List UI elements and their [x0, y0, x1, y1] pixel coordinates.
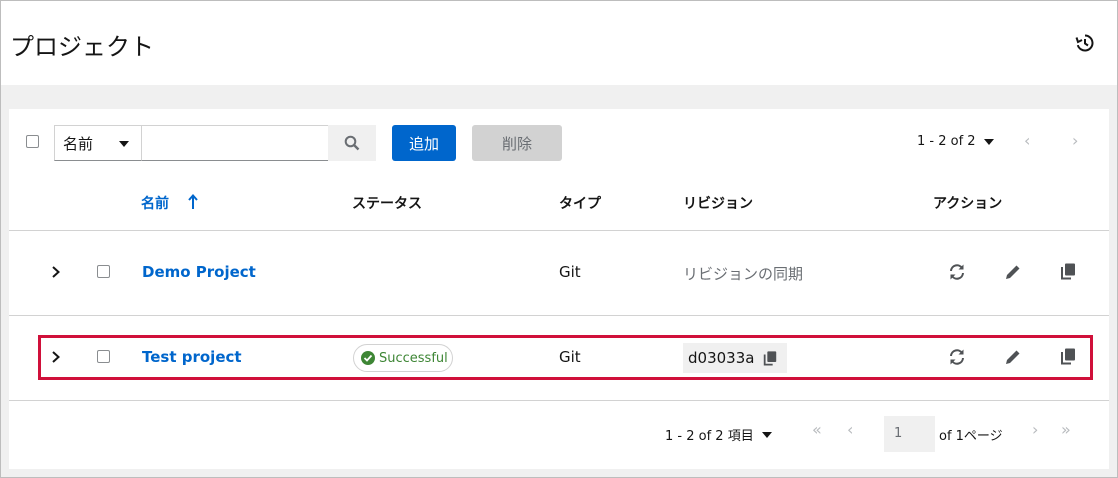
search-input[interactable]	[141, 125, 329, 161]
pagination-bottom-label: 1 - 2 of 2 項目	[665, 429, 754, 444]
caret-down-icon	[983, 138, 994, 145]
search-button[interactable]	[328, 125, 376, 161]
pagination-top-toggle[interactable]: 1 - 2 of 2	[917, 134, 994, 149]
projects-card: 名前 追加 削除 1 - 2 of 2 ‹ › 名前 ステータス タイプ リビジ…	[9, 109, 1109, 469]
divider	[9, 315, 1109, 316]
edit-pencil-icon[interactable]	[1004, 263, 1022, 281]
type-cell: Git	[559, 263, 581, 281]
select-all-checkbox[interactable]	[26, 135, 39, 148]
search-icon	[344, 135, 360, 151]
chevron-right-icon[interactable]	[51, 265, 61, 279]
caret-down-icon	[761, 431, 772, 438]
copy-icon[interactable]	[762, 350, 778, 366]
copy-icon[interactable]	[1059, 262, 1077, 280]
type-cell: Git	[559, 348, 581, 366]
filter-attribute-label: 名前	[63, 134, 94, 153]
history-icon[interactable]	[1075, 33, 1095, 53]
sync-icon[interactable]	[948, 348, 966, 366]
copy-icon[interactable]	[1059, 347, 1077, 365]
add-button[interactable]: 追加	[392, 125, 456, 161]
first-page-icon[interactable]: «	[812, 420, 822, 439]
caret-down-icon	[119, 141, 129, 147]
page-title: プロジェクト	[10, 33, 154, 61]
delete-button[interactable]: 削除	[472, 125, 562, 161]
chevron-left-icon[interactable]: ‹	[847, 420, 853, 439]
revision-chip: d03033a	[683, 343, 787, 373]
chevron-left-icon[interactable]: ‹	[1024, 131, 1030, 150]
status-label: Successful	[379, 350, 448, 366]
project-name-link[interactable]: Test project	[142, 348, 242, 366]
sort-ascending-icon[interactable]	[187, 194, 199, 210]
column-header-revision: リビジョン	[683, 196, 753, 212]
chevron-right-icon[interactable]: ›	[1032, 420, 1038, 439]
pagination-top-label: 1 - 2 of 2	[917, 134, 976, 149]
column-header-status: ステータス	[352, 196, 422, 212]
page-header: プロジェクト	[1, 1, 1117, 85]
status-badge: Successful	[353, 344, 453, 372]
page-count-label: of 1ページ	[939, 429, 1003, 444]
sync-icon[interactable]	[948, 263, 966, 281]
check-circle-icon	[361, 351, 375, 365]
filter-attribute-select[interactable]: 名前	[54, 125, 142, 161]
revision-hash: d03033a	[688, 349, 755, 367]
page-number-input[interactable]: 1	[884, 416, 935, 452]
project-name-link[interactable]: Demo Project	[142, 263, 256, 281]
last-page-icon[interactable]: »	[1061, 420, 1071, 439]
edit-pencil-icon[interactable]	[1004, 348, 1022, 366]
column-header-name[interactable]: 名前	[141, 193, 169, 213]
divider	[9, 230, 1109, 231]
revision-cell: リビジョンの同期	[683, 265, 804, 283]
chevron-right-icon[interactable]: ›	[1072, 131, 1078, 150]
row-checkbox[interactable]	[97, 350, 110, 363]
column-header-type: タイプ	[559, 196, 601, 212]
divider	[9, 400, 1109, 401]
column-header-actions: アクション	[933, 196, 1003, 212]
row-checkbox[interactable]	[97, 265, 110, 278]
chevron-right-icon[interactable]	[51, 350, 61, 364]
pagination-bottom-toggle[interactable]: 1 - 2 of 2 項目	[665, 425, 772, 444]
